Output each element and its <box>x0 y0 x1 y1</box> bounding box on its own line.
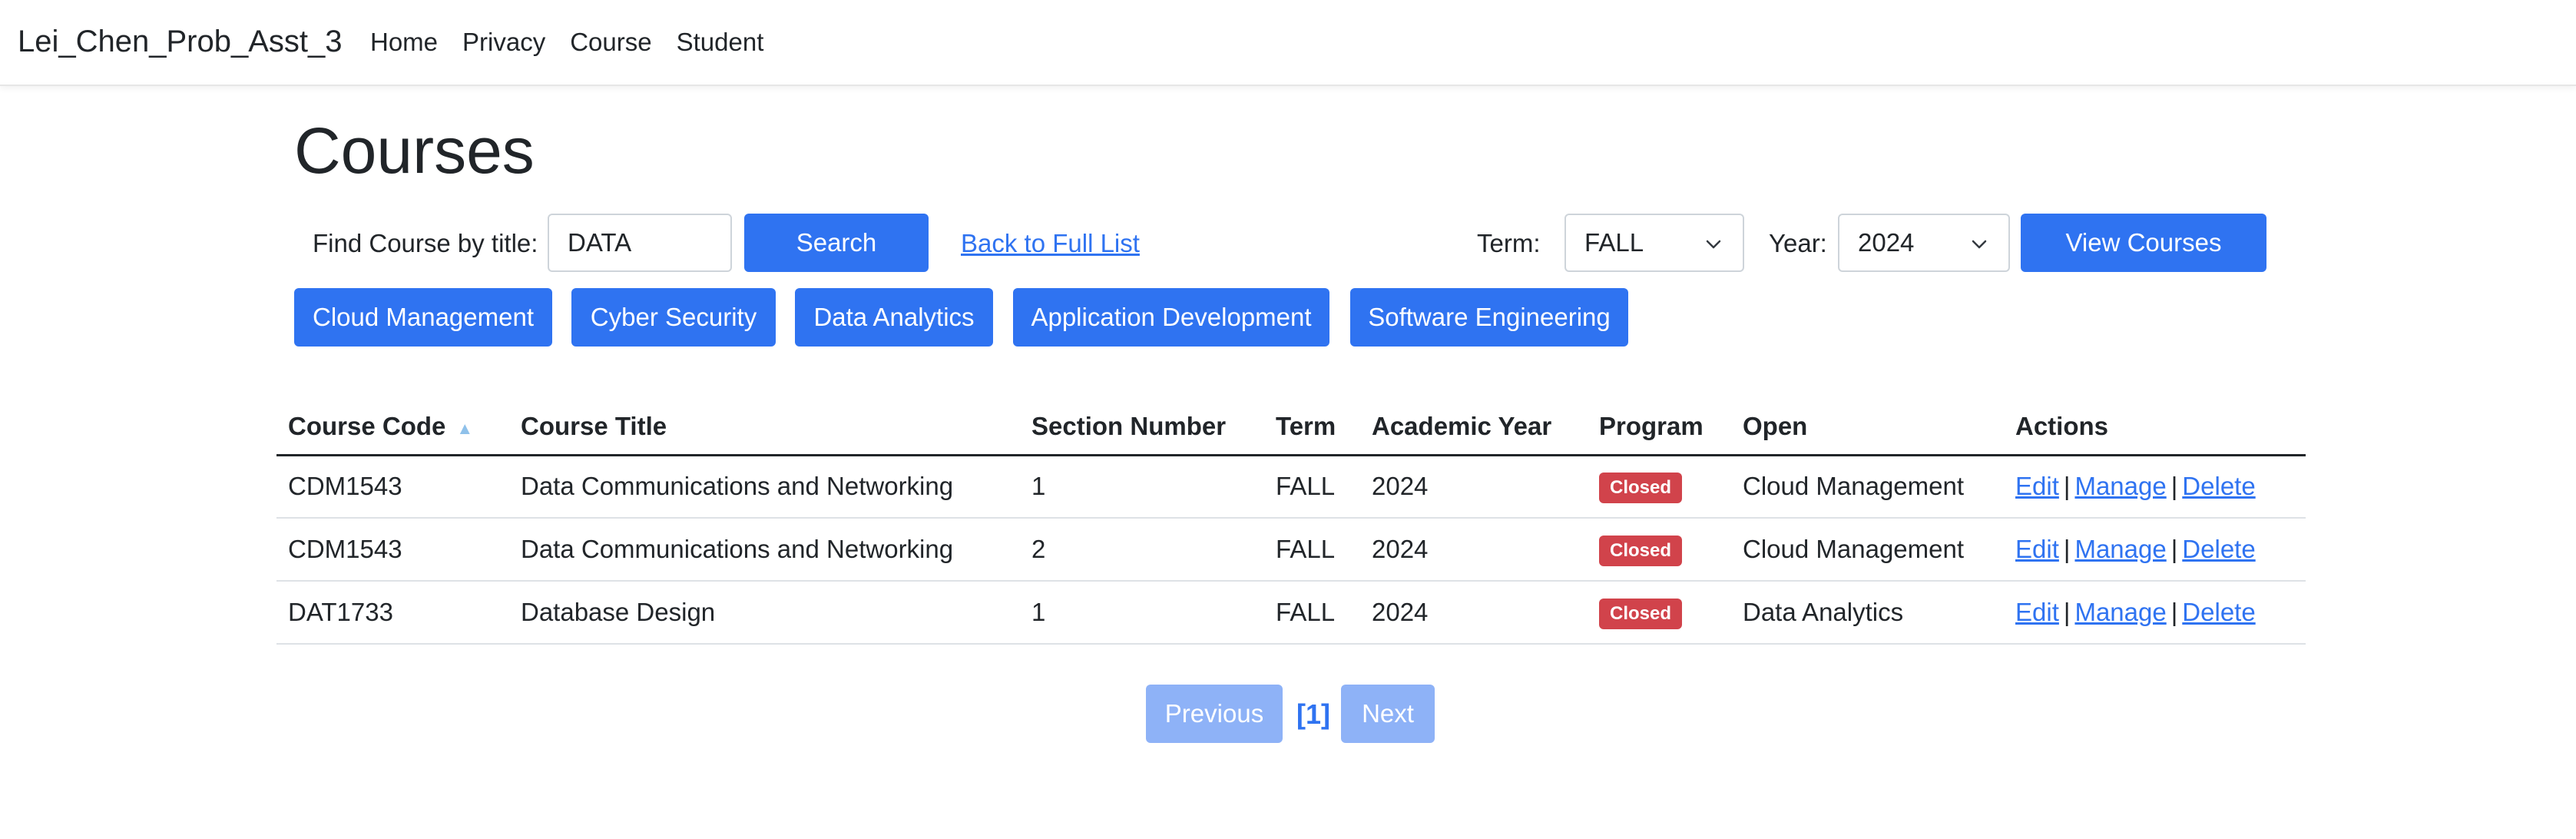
find-course-label: Find Course by title: <box>313 229 538 257</box>
cell-term: FALL <box>1264 581 1360 645</box>
top-navbar: Lei_Chen_Prob_Asst_3 Home Privacy Course… <box>0 0 2576 86</box>
column-header-program: Program <box>1588 400 1731 456</box>
delete-link[interactable]: Delete <box>2182 598 2255 626</box>
year-select[interactable]: 2024 <box>1838 214 2010 272</box>
edit-link[interactable]: Edit <box>2015 598 2059 626</box>
cell-course-code: DAT1733 <box>276 581 509 645</box>
separator: | <box>2063 535 2071 563</box>
cell-program: Cloud Management <box>1731 455 2004 519</box>
table-row: CDM1543 Data Communications and Networki… <box>276 518 2306 582</box>
nav-privacy[interactable]: Privacy <box>462 28 545 57</box>
cell-status: Closed <box>1588 455 1731 519</box>
chevron-down-icon <box>1972 240 1987 249</box>
cell-term: FALL <box>1264 455 1360 519</box>
status-badge: Closed <box>1599 535 1683 566</box>
cell-status: Closed <box>1588 518 1731 582</box>
delete-link[interactable]: Delete <box>2182 535 2255 563</box>
status-badge: Closed <box>1599 472 1683 503</box>
table-row: DAT1733 Database Design 1 FALL 2024 Clos… <box>276 581 2306 645</box>
back-to-full-list-link[interactable]: Back to Full List <box>961 229 1140 258</box>
year-select-value: 2024 <box>1858 228 1915 257</box>
program-cloud-management-button[interactable]: Cloud Management <box>294 288 552 347</box>
cell-program: Cloud Management <box>1731 518 2004 582</box>
cell-academic-year: 2024 <box>1360 518 1588 582</box>
cell-course-title: Database Design <box>509 581 1020 645</box>
cell-actions: Edit | Manage | Delete <box>2004 518 2306 582</box>
current-page-indicator: [1] <box>1296 698 1330 730</box>
column-header-course-title: Course Title <box>509 400 1020 456</box>
program-software-engineering-button[interactable]: Software Engineering <box>1350 288 1628 347</box>
manage-link[interactable]: Manage <box>2074 535 2166 563</box>
separator: | <box>2170 598 2178 626</box>
header-label: Course Code <box>288 412 446 441</box>
term-label: Term: <box>1477 229 1541 257</box>
cell-course-title: Data Communications and Networking <box>509 518 1020 582</box>
column-header-course-code[interactable]: Course Code ▲ <box>276 400 509 456</box>
column-header-open: Open <box>1731 400 2004 456</box>
search-filter-row: Find Course by title: Search Back to Ful… <box>294 214 2276 272</box>
edit-link[interactable]: Edit <box>2015 472 2059 500</box>
column-header-section-number: Section Number <box>1020 400 1264 456</box>
sort-ascending-icon: ▲ <box>456 418 474 438</box>
nav-course[interactable]: Course <box>570 28 651 57</box>
next-page-button[interactable]: Next <box>1341 685 1435 743</box>
delete-link[interactable]: Delete <box>2182 472 2255 500</box>
cell-actions: Edit | Manage | Delete <box>2004 455 2306 519</box>
previous-page-button[interactable]: Previous <box>1146 685 1283 743</box>
cell-course-title: Data Communications and Networking <box>509 455 1020 519</box>
table-header-row: Course Code ▲ Course Title Section Number… <box>276 400 2306 456</box>
program-cyber-security-button[interactable]: Cyber Security <box>571 288 776 347</box>
column-header-academic-year: Academic Year <box>1360 400 1588 456</box>
chevron-down-icon <box>1706 240 1721 249</box>
column-header-term: Term <box>1264 400 1360 456</box>
program-data-analytics-button[interactable]: Data Analytics <box>795 288 993 347</box>
nav-student[interactable]: Student <box>677 28 764 57</box>
cell-term: FALL <box>1264 518 1360 582</box>
column-header-actions: Actions <box>2004 400 2306 456</box>
cell-section-number: 1 <box>1020 455 1264 519</box>
cell-status: Closed <box>1588 581 1731 645</box>
manage-link[interactable]: Manage <box>2074 472 2166 500</box>
program-application-development-button[interactable]: Application Development <box>1013 288 1329 347</box>
courses-table: Course Code ▲ Course Title Section Number… <box>276 400 2306 645</box>
cell-section-number: 1 <box>1020 581 1264 645</box>
cell-actions: Edit | Manage | Delete <box>2004 581 2306 645</box>
cell-section-number: 2 <box>1020 518 1264 582</box>
term-select[interactable]: FALL <box>1564 214 1744 272</box>
view-courses-button[interactable]: View Courses <box>2021 214 2266 272</box>
year-label: Year: <box>1769 229 1827 257</box>
separator: | <box>2170 472 2178 501</box>
pagination: Previous [1] Next <box>1146 685 1438 743</box>
separator: | <box>2063 472 2071 501</box>
separator: | <box>2063 598 2071 626</box>
cell-course-code: CDM1543 <box>276 455 509 519</box>
term-select-value: FALL <box>1584 228 1644 257</box>
status-badge: Closed <box>1599 598 1683 629</box>
search-button[interactable]: Search <box>744 214 929 272</box>
separator: | <box>2170 535 2178 563</box>
nav-links: Home Privacy Course Student <box>370 28 788 57</box>
page-title: Courses <box>294 114 535 187</box>
nav-home[interactable]: Home <box>370 28 438 57</box>
cell-course-code: CDM1543 <box>276 518 509 582</box>
cell-academic-year: 2024 <box>1360 455 1588 519</box>
edit-link[interactable]: Edit <box>2015 535 2059 563</box>
cell-program: Data Analytics <box>1731 581 2004 645</box>
brand-link[interactable]: Lei_Chen_Prob_Asst_3 <box>18 25 343 59</box>
table-row: CDM1543 Data Communications and Networki… <box>276 455 2306 519</box>
cell-academic-year: 2024 <box>1360 581 1588 645</box>
search-input[interactable] <box>548 214 732 272</box>
manage-link[interactable]: Manage <box>2074 598 2166 626</box>
